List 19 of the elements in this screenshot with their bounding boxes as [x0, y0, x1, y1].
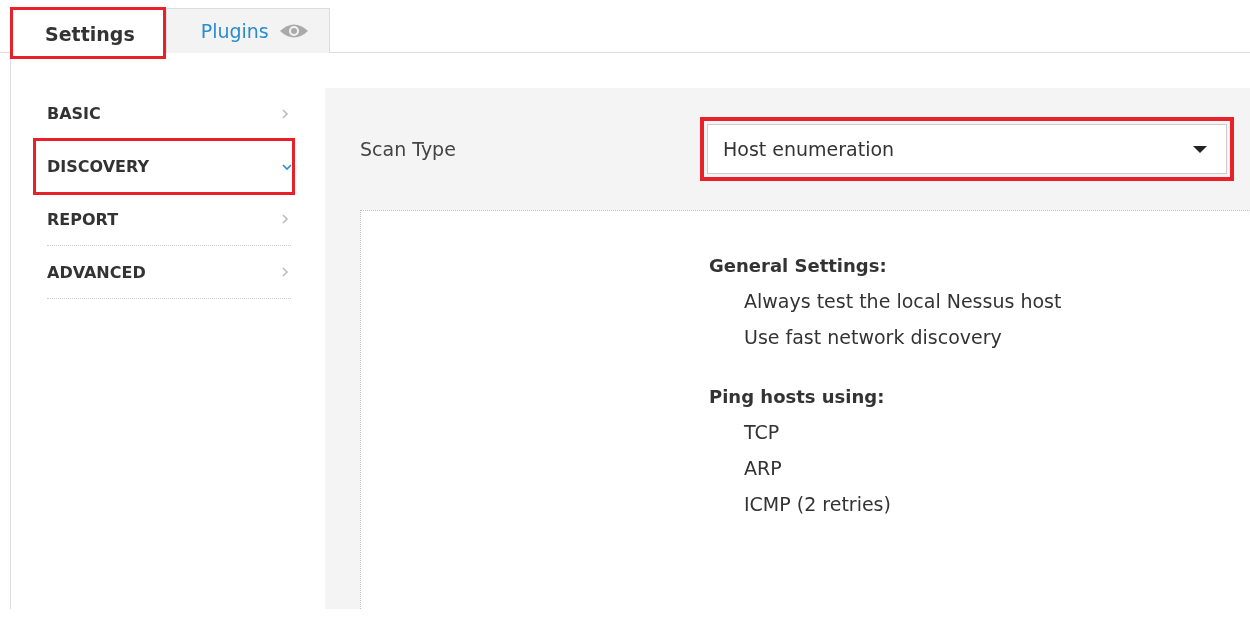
sidebar-item[interactable]: REPORT — [47, 193, 291, 246]
sidebar-item[interactable]: DISCOVERY — [35, 140, 293, 193]
eye-icon — [278, 22, 309, 40]
caret-icon — [1192, 144, 1208, 154]
setting-text: ICMP (2 retries) — [744, 493, 891, 515]
setting-text: Use fast network discovery — [744, 326, 1002, 348]
section-heading: General Settings: — [709, 255, 888, 276]
section-heading: Ping hosts using: — [709, 386, 886, 407]
chevron-right-icon — [279, 106, 291, 121]
setting-text: TCP — [744, 421, 780, 443]
chevron-right-icon — [279, 212, 291, 226]
scan-type-dropdown[interactable]: Host enumeration — [707, 124, 1227, 174]
chevron-right-icon — [279, 265, 291, 279]
tab[interactable]: Settings — [10, 7, 166, 59]
sidebar-item[interactable]: ADVANCED — [47, 246, 291, 299]
field-label: Scan Type — [360, 138, 457, 160]
sidebar-item[interactable]: BASIC — [47, 87, 291, 140]
setting-text: Always test the local Nessus host — [744, 290, 1062, 312]
setting-text: ARP — [744, 457, 782, 479]
